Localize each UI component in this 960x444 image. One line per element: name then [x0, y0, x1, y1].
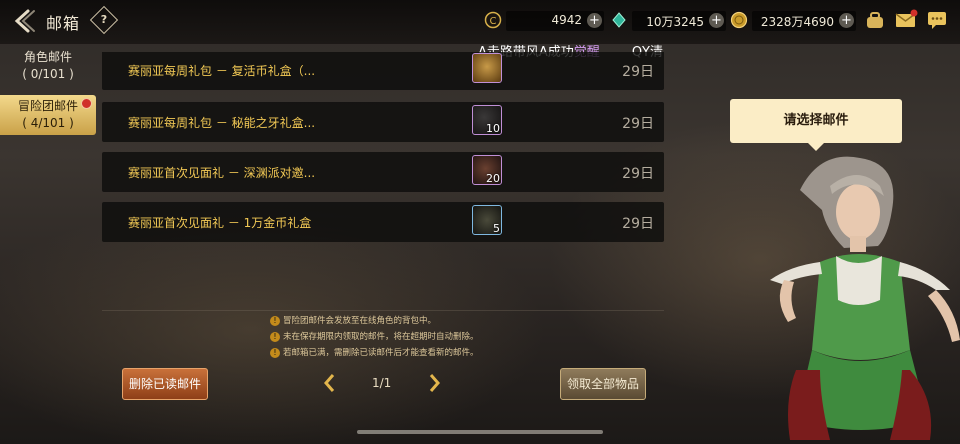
add-gem-button[interactable]: +: [709, 13, 724, 28]
mail-row[interactable]: 赛丽亚首次见面礼 － 深渊派对邀... 20 29日: [102, 152, 664, 192]
npc-character-illustration: [770, 156, 960, 440]
chevron-right-icon: [429, 374, 440, 392]
gold-coin-icon: [730, 11, 748, 29]
tab-character-mail[interactable]: 角色邮件 ( 0/101 ): [0, 46, 96, 86]
prev-page-button[interactable]: [322, 372, 336, 394]
reward-item-icon[interactable]: 10: [472, 105, 502, 135]
mail-row[interactable]: 赛丽亚首次见面礼 － 1万金币礼盒 5 29日: [102, 202, 664, 242]
mail-button[interactable]: [894, 9, 918, 35]
coin-currency-display: C 4942 +: [484, 11, 604, 31]
coin-icon: C: [484, 11, 502, 29]
item-count: 10: [486, 122, 500, 135]
chat-icon: [928, 12, 946, 29]
gem-amount: 10万3245: [646, 15, 704, 29]
note-text: 未在保存期限内领取的邮件，将在超期时自动删除。: [283, 332, 479, 342]
mail-list[interactable]: 赛丽亚每周礼包 － 复活币礼盒（... 29日 赛丽亚每周礼包 － 秘能之牙礼盒…: [102, 52, 664, 310]
page-title: 邮箱: [46, 14, 81, 33]
mail-row[interactable]: 赛丽亚每周礼包 － 秘能之牙礼盒... 10 29日: [102, 102, 664, 142]
notification-dot: [81, 98, 92, 109]
note-line: ! 冒险团邮件会发放至在线角色的背包中。: [270, 313, 479, 329]
coin-amount: 4942: [551, 13, 582, 27]
tab-label: 角色邮件: [23, 50, 72, 64]
mail-subject: 赛丽亚首次见面礼 － 深渊派对邀...: [128, 166, 316, 180]
gem-currency-display: 10万3245 +: [612, 11, 726, 31]
next-page-button[interactable]: [428, 372, 442, 394]
gold-currency-display: 2328万4690 +: [730, 11, 856, 31]
mail-notes: ! 冒险团邮件会发放至在线角色的背包中。 ! 未在保存期限内领取的邮件，将在超期时自…: [270, 313, 479, 361]
tab-count: ( 0/101 ): [22, 67, 74, 81]
mail-subject: 赛丽亚每周礼包 － 复活币礼盒（...: [128, 64, 316, 78]
note-text: 若邮箱已满，需删除已读邮件后才能查看新的邮件。: [283, 348, 479, 358]
chat-button[interactable]: [926, 9, 948, 35]
mail-subject: 赛丽亚首次见面礼 － 1万金币礼盒: [128, 216, 312, 230]
mail-icon: [895, 9, 918, 27]
item-count: 5: [493, 222, 500, 235]
home-indicator: [357, 430, 603, 434]
item-count: 20: [486, 172, 500, 185]
gold-amount: 2328万4690: [760, 15, 834, 29]
mail-date: 29日: [622, 116, 654, 132]
tab-count: ( 4/101 ): [22, 116, 74, 130]
mail-date: 29日: [622, 64, 654, 80]
add-gold-button[interactable]: +: [839, 13, 854, 28]
reward-item-icon[interactable]: 20: [472, 155, 502, 185]
bag-button[interactable]: [864, 9, 886, 35]
mail-date: 29日: [622, 166, 654, 182]
delete-read-button[interactable]: 删除已读邮件: [122, 368, 208, 400]
gem-icon: [612, 12, 626, 28]
mail-date: 29日: [622, 216, 654, 232]
back-button[interactable]: [8, 6, 38, 36]
tab-adventure-mail[interactable]: 冒险团邮件 ( 4/101 ): [0, 95, 96, 135]
bag-icon: [867, 12, 883, 28]
note-text: 冒险团邮件会发放至在线角色的背包中。: [283, 316, 437, 326]
reward-item-icon[interactable]: 5: [472, 205, 502, 235]
back-arrow-icon: [14, 9, 35, 33]
chevron-left-icon: [324, 374, 335, 392]
mail-row[interactable]: 赛丽亚每周礼包 － 复活币礼盒（... 29日: [102, 52, 664, 90]
warning-icon: !: [270, 348, 280, 358]
claim-all-button[interactable]: 领取全部物品: [560, 368, 646, 400]
divider: [102, 310, 664, 311]
mail-subject: 赛丽亚每周礼包 － 秘能之牙礼盒...: [128, 116, 316, 130]
help-icon: ?: [100, 13, 108, 26]
svg-text:C: C: [490, 16, 497, 27]
warning-icon: !: [270, 332, 280, 342]
page-indicator: 1/1: [372, 376, 392, 390]
warning-icon: !: [270, 316, 280, 326]
note-line: ! 若邮箱已满，需删除已读邮件后才能查看新的邮件。: [270, 345, 479, 361]
hint-bubble: 请选择邮件: [730, 99, 902, 151]
note-line: ! 未在保存期限内领取的邮件，将在超期时自动删除。: [270, 329, 479, 345]
add-coin-button[interactable]: +: [587, 13, 602, 28]
reward-item-icon[interactable]: [472, 53, 502, 83]
